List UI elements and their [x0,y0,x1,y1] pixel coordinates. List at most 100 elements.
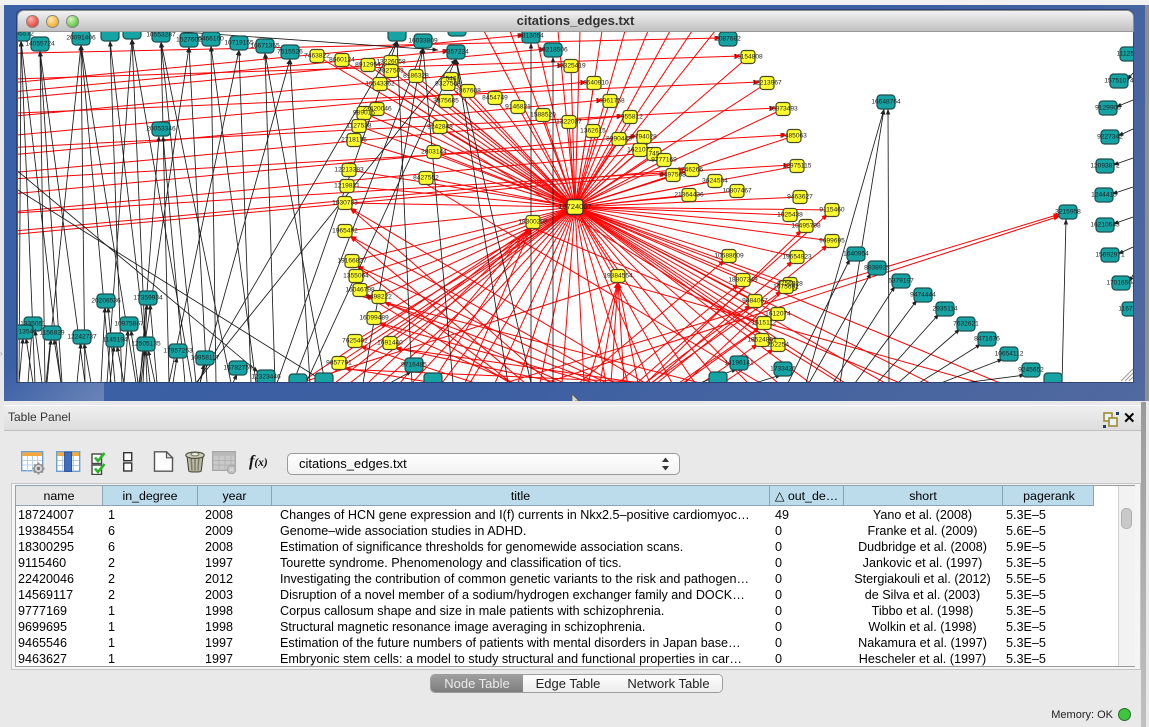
svg-text:16782759: 16782759 [223,365,253,372]
svg-text:9115460: 9115460 [819,207,845,214]
svg-text:9474444: 9474444 [910,292,936,299]
svg-text:1075692: 1075692 [773,284,799,291]
svg-text:7625402: 7625402 [342,338,368,345]
svg-text:19166827: 19166827 [337,258,367,265]
svg-text:8813054: 8813054 [518,33,544,40]
svg-text:12242737: 12242737 [67,334,97,341]
svg-text:16495798: 16495798 [791,223,821,230]
svg-text:17957253: 17957253 [163,348,193,355]
svg-text:16046798: 16046798 [345,287,375,294]
svg-text:1025438: 1025438 [777,212,803,219]
svg-text:20206536: 20206536 [91,298,121,305]
svg-text:10958117: 10958117 [191,355,220,362]
svg-text:16154808: 16154808 [733,54,763,61]
svg-text:10807467: 10807467 [722,188,752,195]
svg-text:1112515: 1112515 [1117,51,1133,58]
svg-text:9242848: 9242848 [427,124,453,131]
svg-text:18807249: 18807249 [728,277,758,284]
svg-text:9827503: 9827503 [378,68,404,75]
svg-text:1733426: 1733426 [770,366,796,373]
svg-text:2867608: 2867608 [455,88,481,95]
svg-text:9084067: 9084067 [742,298,768,305]
svg-text:20091406: 20091406 [66,35,96,42]
svg-text:6466160: 6466160 [198,36,224,43]
svg-text:18724007: 18724007 [558,202,591,211]
svg-text:10973493: 10973493 [768,106,798,113]
svg-text:12323446: 12323446 [251,374,281,381]
svg-text:1127538: 1127538 [346,123,372,130]
svg-text:1362615: 1362615 [580,128,606,135]
svg-text:2718176: 2718176 [341,137,367,144]
svg-text:14196141: 14196141 [724,360,754,367]
svg-text:1691440: 1691440 [377,340,403,347]
svg-text:1167534: 1167534 [1118,306,1133,313]
svg-text:9716485: 9716485 [401,362,427,369]
svg-text:13226058: 13226058 [376,59,406,66]
svg-text:13325419: 13325419 [556,63,586,70]
svg-text:9129906: 9129906 [1095,105,1121,112]
svg-text:16671355: 16671355 [250,43,280,50]
svg-text:1965492: 1965492 [332,228,358,235]
svg-text:2803144: 2803144 [421,149,447,156]
svg-text:2935114: 2935114 [932,306,958,313]
svg-text:1355064: 1355064 [343,273,369,280]
svg-text:12213967: 12213967 [752,80,782,87]
svg-text:21364436: 21364436 [674,192,704,199]
svg-text:8427552: 8427552 [413,175,439,182]
svg-text:3498222: 3498222 [366,294,392,301]
svg-text:989015: 989015 [353,110,375,117]
svg-text:12213383: 12213383 [334,167,364,174]
svg-text:1156829: 1156829 [39,330,65,337]
svg-text:7632621: 7632621 [953,321,979,328]
svg-text:1405572: 1405572 [18,32,34,38]
svg-text:16099489: 16099489 [359,315,389,322]
svg-text:8938923: 8938923 [864,265,890,272]
svg-text:1615112: 1615112 [751,320,777,327]
svg-text:19218506: 19218506 [538,47,568,54]
svg-text:9146821: 9146821 [505,104,531,111]
svg-text:18300295: 18300295 [518,219,548,226]
svg-text:12975115: 12975115 [783,163,812,170]
svg-text:12093872: 12093872 [1090,163,1120,170]
svg-text:20053346: 20053346 [146,126,176,133]
svg-text:10688609: 10688609 [714,253,744,260]
svg-text:7357224: 7357224 [443,49,469,56]
svg-text:9794028: 9794028 [631,134,657,141]
svg-text:7515526: 7515526 [277,49,303,56]
svg-text:1322037: 1322037 [556,119,582,126]
svg-text:9777169: 9777169 [651,157,677,164]
svg-text:10543362: 10543362 [365,81,395,88]
svg-text:9699695: 9699695 [819,238,845,245]
svg-text:8454749: 8454749 [482,95,508,102]
svg-text:10553287: 10553287 [146,32,176,39]
svg-text:7485063: 7485063 [781,133,807,140]
svg-text:10961758: 10961758 [595,98,625,105]
svg-text:9327508: 9327508 [435,81,461,88]
svg-text:1145194: 1145194 [102,337,128,344]
svg-text:15692971: 15692971 [1095,252,1125,259]
svg-text:7463822: 7463822 [304,53,330,60]
svg-text:3624554: 3624554 [702,178,728,185]
svg-text:1219821: 1219821 [334,183,360,190]
svg-text:8990448: 8990448 [606,136,632,143]
svg-text:19384554: 19384554 [603,273,633,280]
svg-text:3875685: 3875685 [433,98,459,105]
svg-text:3913544: 3913544 [18,329,37,336]
svg-text:8186328: 8186328 [403,73,429,80]
svg-text:1588520: 1588520 [530,112,556,119]
svg-text:16640910: 16640910 [579,80,609,87]
svg-text:1640954: 1640954 [843,251,869,258]
svg-text:10975867: 10975867 [114,321,144,328]
svg-text:3215958: 3215958 [1055,209,1081,216]
svg-text:16033809: 16033809 [408,38,438,45]
svg-text:16210643: 16210643 [1090,222,1120,229]
svg-text:10654112: 10654112 [995,351,1024,358]
svg-text:16648764: 16648764 [871,99,901,106]
svg-text:17359934: 17359934 [133,295,163,302]
svg-text:252254: 252254 [767,342,789,349]
svg-text:1244415: 1244415 [1091,192,1117,199]
svg-text:6379197: 6379197 [888,278,914,285]
svg-text:17016504: 17016504 [1106,280,1133,287]
svg-text:7955812: 7955812 [617,114,643,121]
svg-text:14055724: 14055724 [25,41,55,48]
